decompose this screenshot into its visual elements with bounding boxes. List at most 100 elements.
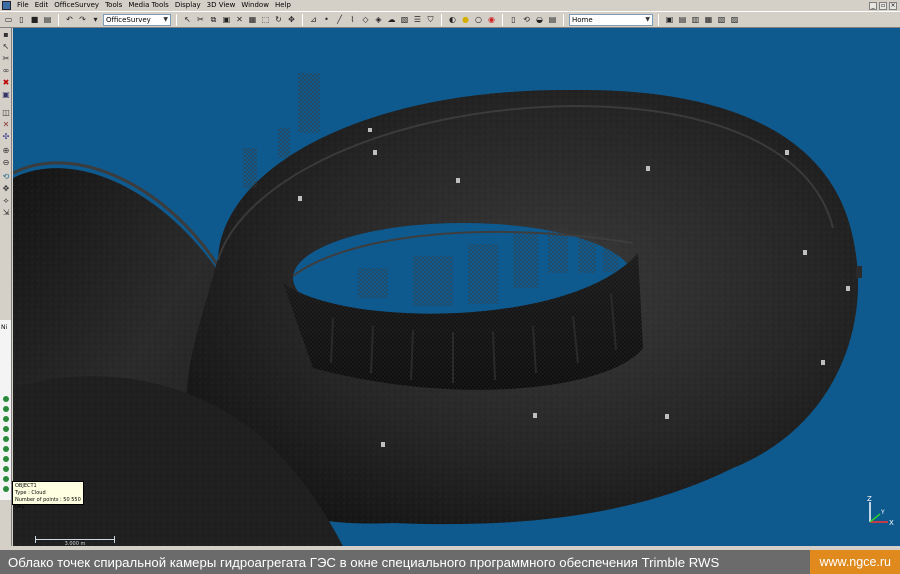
menu-display[interactable]: Display (172, 0, 204, 11)
print-icon[interactable]: ▤ (42, 14, 53, 25)
tree-node-icon[interactable] (3, 436, 9, 442)
menu-3d-view[interactable]: 3D View (204, 0, 239, 11)
view-split-icon[interactable]: ▨ (729, 14, 740, 25)
shade-icon[interactable]: ◒ (534, 14, 545, 25)
line-icon[interactable]: ╱ (334, 14, 345, 25)
filter-icon[interactable]: ⛉ (425, 14, 436, 25)
scissors-icon[interactable]: ✂ (1, 54, 11, 64)
minimize-button[interactable]: _ (869, 1, 877, 10)
paste-icon[interactable]: ▣ (221, 14, 232, 25)
cloud-icon[interactable]: ☁ (386, 14, 397, 25)
orbit-icon[interactable]: ⟲ (521, 14, 532, 25)
image-tool-icon[interactable]: ▣ (1, 90, 11, 100)
close-button[interactable]: × (889, 1, 897, 10)
zoom-in-icon[interactable]: ⊕ (1, 146, 11, 156)
render-icon[interactable]: ◐ (447, 14, 458, 25)
dropdown-arrow-icon[interactable]: ▾ (90, 14, 101, 25)
3d-viewport[interactable]: Z X Y (13, 28, 900, 546)
page-icon[interactable]: ▯ (508, 14, 519, 25)
cut-icon[interactable]: ✂ (195, 14, 206, 25)
toolbar-separator (658, 13, 659, 26)
tree-node-icon[interactable] (3, 426, 9, 432)
object-type: Type : Cloud (15, 490, 46, 496)
new-file-icon[interactable]: ▯ (16, 14, 27, 25)
caption-bar: Облако точек спиральной камеры гидроагре… (0, 550, 900, 574)
grid-icon[interactable]: ▦ (247, 14, 258, 25)
fit-icon[interactable]: ◇ (360, 14, 371, 25)
menu-window[interactable]: Window (238, 0, 272, 11)
tree-node-icon[interactable] (3, 396, 9, 402)
orbit-tool-icon[interactable]: ⟲ (1, 172, 11, 182)
view-side-icon[interactable]: ▥ (690, 14, 701, 25)
menu-officesurvey[interactable]: OfficeSurvey (51, 0, 102, 11)
point-cloud-scene (13, 73, 862, 546)
box-icon[interactable]: ✣ (1, 132, 11, 142)
tree-node-icon[interactable] (3, 466, 9, 472)
open-folder-icon[interactable]: ▭ (3, 14, 14, 25)
main-toolbar: ▭ ▯ ■ ▤ ↶ ↷ ▾ OfficeSurvey ▼ ↖ ✂ ⧉ ▣ ✕ ▦… (0, 11, 900, 28)
scale-tool-icon[interactable]: ⇲ (1, 208, 11, 218)
project-tree-strip: Ni (0, 320, 12, 500)
pin-icon[interactable]: ▪ (1, 30, 11, 40)
view-select-value: Home (572, 15, 593, 24)
clip-icon[interactable]: ✕ (1, 120, 11, 130)
image-icon[interactable]: ▧ (399, 14, 410, 25)
tree-label: Ni (1, 324, 8, 331)
pan-tool-icon[interactable]: ✥ (1, 184, 11, 194)
pan-icon[interactable]: ✥ (286, 14, 297, 25)
delete-icon[interactable]: ✕ (234, 14, 245, 25)
pointer-icon[interactable]: ↖ (182, 14, 193, 25)
tree-node-icon[interactable] (3, 446, 9, 452)
measure-icon[interactable]: ⊿ (308, 14, 319, 25)
point-icon[interactable]: • (321, 14, 332, 25)
menu-tools[interactable]: Tools (102, 0, 125, 11)
module-select[interactable]: OfficeSurvey ▼ (103, 13, 171, 26)
view-select[interactable]: Home ▼ (569, 13, 653, 26)
axis-triad: Z X Y (867, 495, 894, 527)
circle-icon[interactable]: ○ (473, 14, 484, 25)
walk-icon[interactable]: ⟡ (1, 196, 11, 206)
view-multi-icon[interactable]: ▧ (716, 14, 727, 25)
tree-node-icon[interactable] (3, 406, 9, 412)
menu-file[interactable]: File (14, 0, 32, 11)
scale-bar: 3.000 m (35, 536, 115, 547)
link-icon[interactable]: ∞ (1, 66, 11, 76)
restore-button[interactable]: ▫ (879, 1, 887, 10)
tree-node-icon[interactable] (3, 486, 9, 492)
axis-z-label: Z (867, 495, 872, 503)
toolbar-separator (302, 13, 303, 26)
menu-media-tools[interactable]: Media Tools (125, 0, 172, 11)
zoom-out-icon[interactable]: ⊖ (1, 158, 11, 168)
rotate-icon[interactable]: ↻ (273, 14, 284, 25)
layers-icon[interactable]: ☰ (412, 14, 423, 25)
view-front-icon[interactable]: ▣ (664, 14, 675, 25)
tree-node-icon[interactable] (3, 416, 9, 422)
camera-icon[interactable]: ▤ (547, 14, 558, 25)
surface-icon[interactable]: ◈ (373, 14, 384, 25)
scale-bar-line (35, 539, 115, 540)
select-icon[interactable]: ⬚ (260, 14, 271, 25)
light-icon[interactable]: ● (460, 14, 471, 25)
delete-tool-icon[interactable]: ✖ (1, 78, 11, 88)
tree-node-icon[interactable] (3, 476, 9, 482)
window-controls: _ ▫ × (869, 1, 900, 10)
site-link[interactable]: www.ngce.ru (810, 550, 900, 574)
redo-icon[interactable]: ↷ (77, 14, 88, 25)
axis-y-label: Y (880, 509, 885, 516)
menu-help[interactable]: Help (272, 0, 294, 11)
scale-bar-label: 3.000 m (64, 541, 86, 547)
polyline-icon[interactable]: ⌇ (347, 14, 358, 25)
app-icon (2, 1, 11, 10)
object-name: OBJECT1 (15, 483, 37, 489)
cube-icon[interactable]: ◫ (1, 108, 11, 118)
view-iso-icon[interactable]: ▦ (703, 14, 714, 25)
undo-icon[interactable]: ↶ (64, 14, 75, 25)
shape-icon[interactable]: ◉ (486, 14, 497, 25)
save-icon[interactable]: ■ (29, 14, 40, 25)
select-tool-icon[interactable]: ↖ (1, 42, 11, 52)
copy-icon[interactable]: ⧉ (208, 14, 219, 25)
menu-edit[interactable]: Edit (32, 0, 52, 11)
view-top-icon[interactable]: ▤ (677, 14, 688, 25)
caption-text: Облако точек спиральной камеры гидроагре… (8, 554, 720, 570)
tree-node-icon[interactable] (3, 456, 9, 462)
